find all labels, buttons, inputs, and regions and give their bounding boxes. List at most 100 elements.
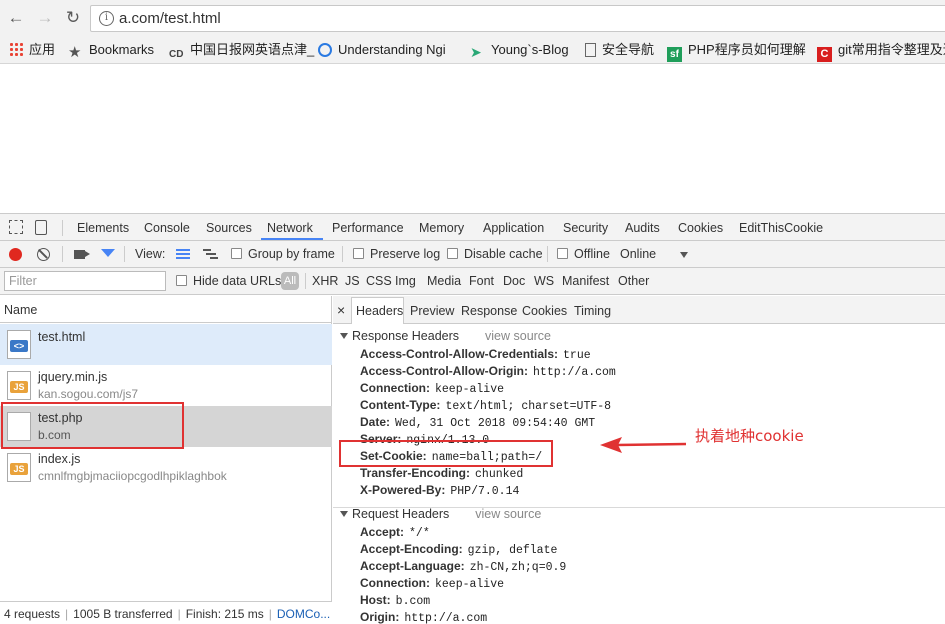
filter-img[interactable]: Img: [395, 274, 416, 288]
record-icon[interactable]: [9, 248, 22, 261]
transferred-size: 1005 B transferred: [73, 607, 173, 621]
table-row[interactable]: JS index.js cmnlfmgbjmaciiopcgodlhpiklag…: [0, 447, 332, 488]
annotation-box-request: [1, 402, 184, 449]
tab-audits[interactable]: Audits: [625, 221, 660, 235]
header-key: Content-Type:: [360, 398, 441, 412]
triangle-down-icon: [340, 511, 348, 517]
header-row: Accept-Language: zh-CN,zh;q=0.9: [360, 559, 566, 574]
tab-performance[interactable]: Performance: [332, 221, 404, 235]
header-row: Connection: keep-alive: [360, 381, 504, 396]
back-icon[interactable]: ←: [6, 8, 26, 28]
bookmark-bookmarks[interactable]: ★ Bookmarks: [68, 41, 154, 60]
js-file-icon: JS: [7, 371, 31, 400]
request-headers-section[interactable]: Request Headers view source: [340, 507, 541, 521]
capture-screenshots-icon[interactable]: [74, 250, 90, 259]
large-rows-icon[interactable]: [176, 249, 190, 259]
tab-console[interactable]: Console: [144, 221, 190, 235]
filter-input[interactable]: Filter: [4, 271, 166, 291]
tab-cookies[interactable]: Cookies: [522, 304, 567, 318]
header-value: chunked: [475, 468, 524, 481]
request-name: index.js: [38, 452, 81, 466]
waterfall-icon[interactable]: [203, 249, 219, 259]
disable-cache-checkbox[interactable]: Disable cache: [447, 247, 543, 261]
preserve-log-checkbox[interactable]: Preserve log: [353, 247, 440, 261]
inspect-icon[interactable]: [9, 220, 23, 234]
filter-ws[interactable]: WS: [534, 274, 554, 288]
header-key: Accept-Encoding:: [360, 542, 463, 556]
view-source-link[interactable]: view source: [475, 507, 541, 521]
filter-other[interactable]: Other: [618, 274, 649, 288]
clear-icon[interactable]: [37, 248, 50, 261]
device-toggle-icon[interactable]: [35, 220, 47, 235]
bookmark-youngs-blog[interactable]: ➤ Young`s-Blog: [470, 41, 569, 60]
annotation-label: 执着地种cookie: [695, 427, 804, 445]
tab-security[interactable]: Security: [563, 221, 608, 235]
tab-cookies[interactable]: Cookies: [678, 221, 723, 235]
tab-application[interactable]: Application: [483, 221, 544, 235]
header-value: keep-alive: [435, 383, 505, 396]
bookmark-label: 中国日报网英语点津_: [190, 42, 315, 57]
request-domain: kan.sogou.com/js7: [38, 387, 139, 401]
filter-all-button[interactable]: All: [281, 272, 299, 290]
table-row[interactable]: JS jquery.min.js kan.sogou.com/js7: [0, 365, 332, 406]
header-row: Content-Type: text/html; charset=UTF-8: [360, 398, 611, 413]
bookmark-nginx[interactable]: Understanding Ngi: [318, 41, 446, 59]
table-row[interactable]: <> test.html: [0, 324, 332, 365]
chevron-down-icon[interactable]: [680, 252, 688, 258]
filter-xhr[interactable]: XHR: [312, 274, 338, 288]
header-value: b.com: [395, 595, 431, 608]
filter-bar: Filter Hide data URLs All XHR JS CSS Img…: [0, 268, 945, 295]
filter-js[interactable]: JS: [345, 274, 360, 288]
hide-data-urls-checkbox[interactable]: Hide data URLs: [176, 274, 281, 288]
throttle-select[interactable]: Online: [620, 247, 656, 261]
view-source-link[interactable]: view source: [485, 329, 551, 343]
checkbox-icon: [447, 248, 458, 259]
tab-elements[interactable]: Elements: [77, 221, 129, 235]
bookmark-php[interactable]: sf PHP程序员如何理解: [667, 41, 806, 62]
forward-icon[interactable]: →: [35, 8, 55, 28]
close-icon[interactable]: ×: [337, 302, 345, 318]
bookmark-chinadaily[interactable]: CD 中国日报网英语点津_: [169, 41, 315, 60]
filter-css[interactable]: CSS: [366, 274, 392, 288]
header-key: Access-Control-Allow-Credentials:: [360, 347, 559, 361]
header-row: Transfer-Encoding: chunked: [360, 466, 523, 481]
tab-network[interactable]: Network: [267, 221, 313, 235]
tab-headers[interactable]: Headers: [356, 304, 403, 318]
filter-font[interactable]: Font: [469, 274, 494, 288]
tab-timing[interactable]: Timing: [574, 304, 611, 318]
page-viewport: [0, 65, 945, 213]
reload-icon[interactable]: ↻: [63, 8, 83, 28]
header-row: Origin: http://a.com: [360, 610, 487, 624]
response-headers-section[interactable]: Response Headers view source: [340, 329, 551, 343]
bookmark-safe-nav[interactable]: 安全导航: [585, 41, 654, 59]
address-bar: ← → ↻ i a.com/test.html: [0, 0, 945, 36]
tab-response[interactable]: Response: [461, 304, 517, 318]
filter-icon[interactable]: [101, 249, 115, 257]
annotation-box-set-cookie: [339, 440, 553, 467]
offline-checkbox[interactable]: Offline: [557, 247, 610, 261]
header-row: Accept-Encoding: gzip, deflate: [360, 542, 557, 557]
request-domain: cmnlfmgbjmaciiopcgodlhpiklaghbok: [38, 469, 227, 483]
header-key: Connection:: [360, 381, 430, 395]
filter-doc[interactable]: Doc: [503, 274, 525, 288]
header-value: zh-CN,zh;q=0.9: [469, 561, 567, 574]
bookmark-git[interactable]: Cgit常用指令整理及追: [817, 41, 945, 62]
url-text[interactable]: a.com/test.html: [119, 10, 221, 27]
info-icon[interactable]: i: [99, 11, 114, 26]
header-value: */*: [409, 527, 430, 540]
tab-memory[interactable]: Memory: [419, 221, 464, 235]
checkbox-icon: [353, 248, 364, 259]
filter-media[interactable]: Media: [427, 274, 461, 288]
tab-sources[interactable]: Sources: [206, 221, 252, 235]
name-column-header[interactable]: Name: [0, 296, 332, 323]
tab-editthiscookie[interactable]: EditThisCookie: [739, 221, 823, 235]
filter-manifest[interactable]: Manifest: [562, 274, 609, 288]
header-key: Access-Control-Allow-Origin:: [360, 364, 529, 378]
url-field[interactable]: i a.com/test.html: [90, 5, 945, 32]
bookmark-apps[interactable]: 应用: [9, 41, 55, 59]
checkbox-icon: [557, 248, 568, 259]
tab-preview[interactable]: Preview: [410, 304, 454, 318]
header-value: text/html; charset=UTF-8: [445, 400, 612, 413]
group-by-frame-checkbox[interactable]: Group by frame: [231, 247, 335, 261]
triangle-down-icon: [340, 333, 348, 339]
